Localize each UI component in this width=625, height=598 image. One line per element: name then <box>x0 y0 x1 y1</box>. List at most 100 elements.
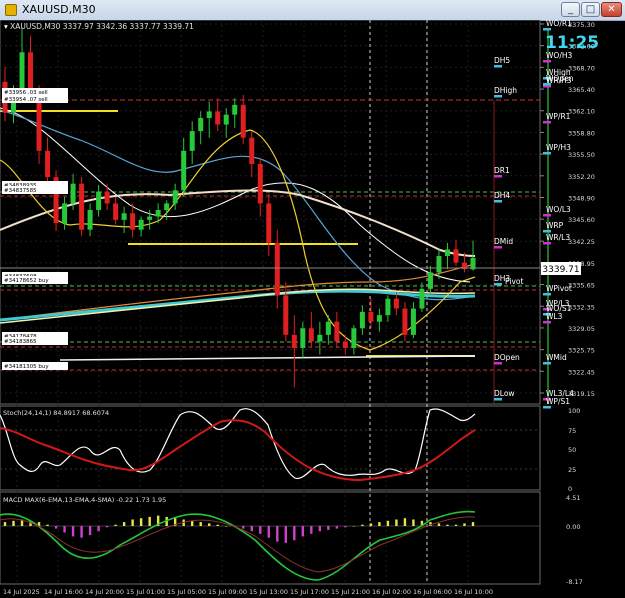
candle-body <box>325 321 331 335</box>
candle-body <box>317 334 323 342</box>
macd-bar <box>71 526 75 537</box>
weekly-marker <box>543 293 551 296</box>
candle-body <box>453 249 459 263</box>
macd-bar <box>318 526 322 532</box>
order-tag[interactable]: #33954 .07 sell <box>2 95 68 103</box>
candle-body <box>385 298 391 316</box>
stoch-level-label: 25 <box>568 466 576 474</box>
macd-bar <box>63 526 66 533</box>
pivot-label: Pivot <box>505 277 523 286</box>
macd-level-label: -8.17 <box>566 578 583 586</box>
weekly-marker <box>543 362 551 365</box>
price-tick-label: 3355.50 <box>568 151 595 159</box>
price-tick-label: 3348.90 <box>568 194 595 202</box>
candle-body <box>215 111 221 125</box>
candle-body <box>436 255 442 273</box>
macd-bar <box>12 520 15 526</box>
weekly-marker <box>543 83 551 86</box>
current-price-label: 3339.71 <box>542 265 579 275</box>
weekly-marker <box>543 28 551 31</box>
candle-body <box>45 150 51 178</box>
weekly-label: WMid <box>546 353 567 362</box>
time-tick-label: 16 Jul 06:00 <box>413 588 452 596</box>
macd-bar <box>88 526 92 536</box>
macd-bar <box>412 519 415 526</box>
macd-bar <box>437 523 441 526</box>
candle-body <box>181 150 187 191</box>
pivot-label: DOpen <box>494 353 520 362</box>
macd-bar <box>148 516 151 526</box>
pivot-marker <box>494 246 502 249</box>
candle-body <box>223 114 229 125</box>
pivot-marker <box>494 362 502 365</box>
order-tag[interactable]: #33956 .03 sell <box>2 88 68 96</box>
macd-bar <box>46 524 49 526</box>
candle-body <box>189 131 195 151</box>
weekly-marker <box>543 121 551 124</box>
candle-body <box>164 203 170 210</box>
macd-bar <box>131 519 134 526</box>
candle <box>79 177 85 237</box>
macd-bar <box>446 524 449 526</box>
pivot-label: DHigh <box>494 86 517 95</box>
server-clock: 11:25 <box>545 33 599 53</box>
price-tick-label: 3368.70 <box>568 64 595 72</box>
macd-bar <box>361 524 364 526</box>
pivot-label: DH4 <box>494 191 510 200</box>
candle-body <box>257 163 263 204</box>
candle-body <box>172 190 178 204</box>
weekly-label: WP/H3 <box>546 143 571 152</box>
macd-bar <box>344 526 347 528</box>
macd-bar <box>386 520 390 526</box>
macd-bar <box>208 523 211 526</box>
macd-bar <box>335 526 339 529</box>
candle-body <box>62 203 68 224</box>
pivot-marker <box>494 65 502 68</box>
candle-body <box>300 328 306 348</box>
macd-bar <box>395 519 398 526</box>
macd-bar <box>293 526 296 541</box>
candle-body <box>427 272 433 289</box>
stoch-label: Stoch(24,14,1) 84.8917 68.6074 <box>3 409 109 417</box>
candle-body <box>376 315 382 322</box>
time-tick-label: 15 Jul 05:00 <box>167 588 206 596</box>
order-tag-label: #34181305 buy <box>4 364 49 370</box>
maximize-button[interactable]: □ <box>581 2 600 17</box>
macd-bar <box>114 524 117 526</box>
order-tag-label: #34178652 buy <box>4 278 49 284</box>
order-tag[interactable]: #34837585 <box>2 186 68 194</box>
time-tick-label: 15 Jul 09:00 <box>208 588 247 596</box>
stoch-level-label: 50 <box>568 446 576 454</box>
macd-bar <box>225 526 228 527</box>
stoch-level-label: 75 <box>568 427 576 435</box>
candle-body <box>283 295 289 335</box>
pivot-label: DLow <box>494 389 515 398</box>
window-title: XAUUSD,M30 <box>22 3 96 16</box>
macd-bar <box>284 526 287 543</box>
candle-body <box>28 52 34 92</box>
candle-body <box>368 311 374 322</box>
candle-body <box>402 308 408 335</box>
price-chart[interactable]: #33956 .03 sell#33954 .07 sell#34838935#… <box>0 20 625 598</box>
weekly-label: WOpen <box>546 74 574 83</box>
close-button[interactable]: ✕ <box>601 2 622 17</box>
macd-bar <box>276 526 279 542</box>
weekly-label: WRP <box>546 221 564 230</box>
candle-body <box>206 111 212 118</box>
candle-body <box>291 334 297 348</box>
candle-body <box>19 52 25 92</box>
macd-level-label: 4.51 <box>566 494 580 502</box>
time-tick-label: 14 Jul 20:00 <box>85 588 124 596</box>
minimize-button[interactable]: _ <box>561 2 580 17</box>
order-tag[interactable]: #34183865 <box>2 337 68 345</box>
order-tag[interactable]: #34181305 buy <box>2 362 68 370</box>
candle-body <box>70 183 76 204</box>
pivot-marker <box>494 175 502 178</box>
candle-body <box>410 308 416 335</box>
price-tick-label: 3362.10 <box>568 108 595 116</box>
order-tag[interactable]: #34178652 buy <box>2 276 68 284</box>
macd-bar <box>267 526 270 538</box>
macd-bar <box>327 526 330 530</box>
candle-body <box>155 209 161 217</box>
weekly-label: WO/L3 <box>546 205 571 214</box>
